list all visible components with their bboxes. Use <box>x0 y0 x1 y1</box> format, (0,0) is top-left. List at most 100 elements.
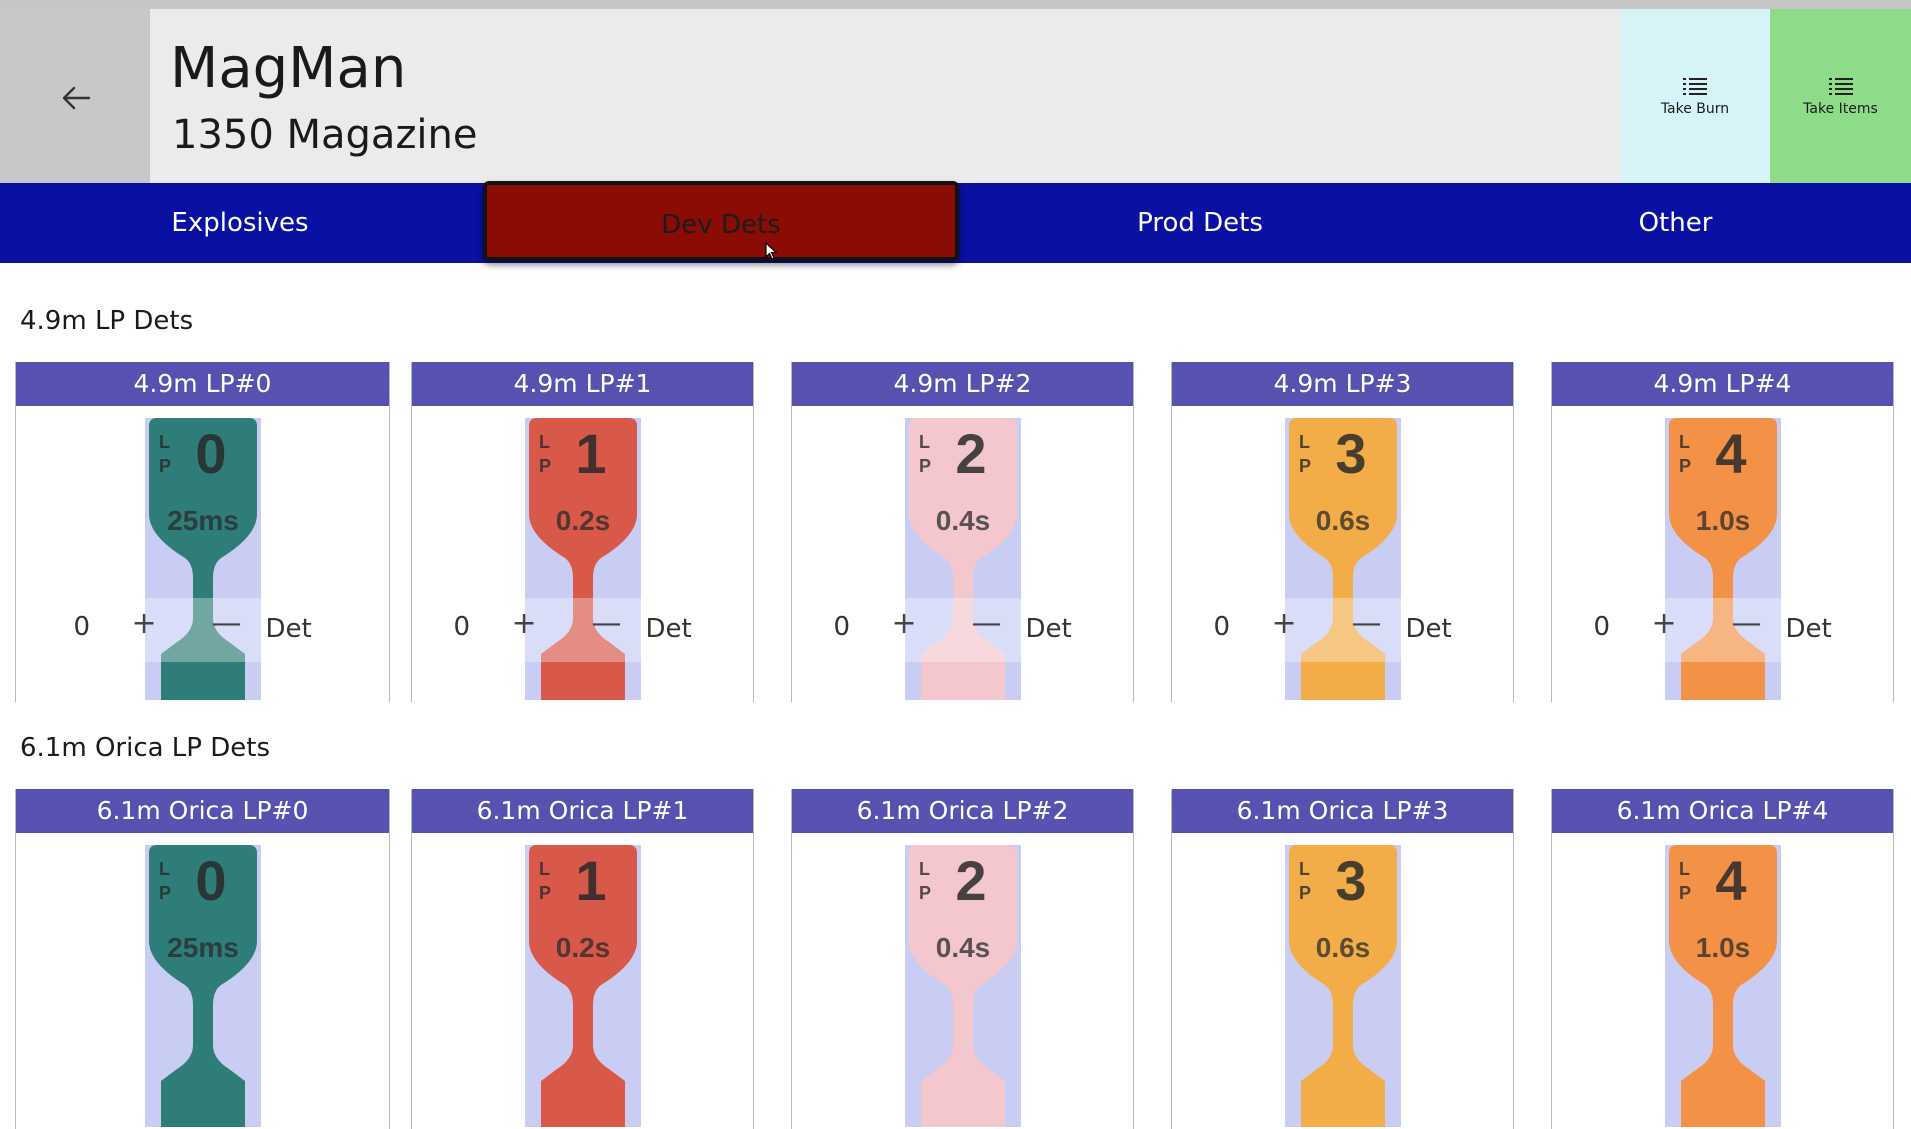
det-tag-delay: 0.4s <box>935 932 990 963</box>
det-card[interactable]: 6.1m Orica LP#4 L P 4 1.0s <box>1551 789 1894 1129</box>
increment-button[interactable]: + <box>132 606 157 641</box>
stepper-overlay <box>904 598 1021 662</box>
det-tag: L P 4 1.0s <box>1664 845 1781 1127</box>
quantity-stepper: 0 + — Det <box>792 598 1133 662</box>
tab-other[interactable]: Other <box>1440 183 1911 263</box>
det-tag-number: 1 <box>575 422 606 485</box>
mouse-cursor-icon <box>765 242 778 260</box>
decrement-button[interactable]: — <box>212 606 242 641</box>
det-tag-letter-p: P <box>159 456 171 476</box>
decrement-button[interactable]: — <box>1732 606 1762 641</box>
det-card-title: 4.9m LP#4 <box>1552 362 1893 406</box>
det-tag: L P 2 0.4s <box>904 845 1021 1127</box>
det-tag-number: 0 <box>195 422 226 485</box>
det-tag-letter-p: P <box>919 883 931 903</box>
det-tag-letter-p: P <box>539 456 551 476</box>
det-tag-letter-l: L <box>919 859 930 879</box>
quantity-count: 0 <box>73 612 91 642</box>
det-card-title: 6.1m Orica LP#4 <box>1552 789 1893 833</box>
decrement-button[interactable]: — <box>592 606 622 641</box>
det-card-title: 6.1m Orica LP#3 <box>1172 789 1513 833</box>
app-title: MagMan <box>170 36 407 101</box>
list-icon <box>1683 78 1707 95</box>
det-card-title: 6.1m Orica LP#2 <box>792 789 1133 833</box>
det-tag-number: 3 <box>1335 422 1366 485</box>
det-tag-letter-l: L <box>1299 859 1310 879</box>
det-tag-letter-p: P <box>919 456 931 476</box>
unit-label: Det <box>645 614 692 644</box>
det-tag-letter-l: L <box>539 859 550 879</box>
det-tag: L P 1 0.2s <box>524 845 641 1127</box>
det-card-title: 6.1m Orica LP#1 <box>412 789 753 833</box>
det-tag-delay: 25ms <box>167 505 239 536</box>
increment-button[interactable]: + <box>892 606 917 641</box>
det-tag-delay: 25ms <box>167 932 239 963</box>
det-card-title: 4.9m LP#2 <box>792 362 1133 406</box>
det-tag-image: LP 2 0.4s <box>904 845 1021 1127</box>
det-card[interactable]: 4.9m LP#3 L P 3 0.6s 0 + — Det <box>1171 362 1514 702</box>
det-tag-letter-p: P <box>1299 883 1311 903</box>
det-tag-image: LP 0 25ms <box>144 845 261 1127</box>
stepper-overlay <box>1664 598 1781 662</box>
det-card[interactable]: 4.9m LP#0 L P 0 25ms 0 + — Det <box>15 362 390 702</box>
stepper-overlay <box>524 598 641 662</box>
det-tag-letter-l: L <box>1679 432 1690 452</box>
window-top-strip <box>0 0 1911 9</box>
det-card[interactable]: 6.1m Orica LP#2 L P 2 0.4s <box>791 789 1134 1129</box>
section-title: 6.1m Orica LP Dets <box>20 733 270 763</box>
increment-button[interactable]: + <box>1272 606 1297 641</box>
app-header: MagMan 1350 Magazine Take Burn Take Item… <box>0 9 1911 183</box>
det-tag-letter-p: P <box>539 883 551 903</box>
det-tag-letter-l: L <box>919 432 930 452</box>
det-card[interactable]: 4.9m LP#2 L P 2 0.4s 0 + — Det <box>791 362 1134 702</box>
arrow-left-icon <box>62 86 91 110</box>
tab-explosives[interactable]: Explosives <box>0 183 480 263</box>
det-card[interactable]: 6.1m Orica LP#3 L P 3 0.6s <box>1171 789 1514 1129</box>
category-tab-bar: Explosives Dev Dets Prod Dets Other <box>0 181 1911 263</box>
det-tag-letter-p: P <box>1679 883 1691 903</box>
det-tag-letter-p: P <box>1679 456 1691 476</box>
section-title: 4.9m LP Dets <box>20 306 194 336</box>
stepper-overlay <box>1284 598 1401 662</box>
decrement-button[interactable]: — <box>972 606 1002 641</box>
det-card[interactable]: 6.1m Orica LP#0 L P 0 25ms <box>15 789 390 1129</box>
det-tag-delay: 0.4s <box>935 505 990 536</box>
det-card-title: 6.1m Orica LP#0 <box>16 789 389 833</box>
increment-button[interactable]: + <box>512 606 537 641</box>
take-items-button[interactable]: Take Items <box>1770 9 1911 183</box>
det-tag-number: 1 <box>575 849 606 912</box>
decrement-button[interactable]: — <box>1352 606 1382 641</box>
det-tag-image: LP 1 0.2s <box>524 845 641 1127</box>
quantity-count: 0 <box>1213 612 1231 642</box>
det-tag-letter-l: L <box>1679 859 1690 879</box>
unit-label: Det <box>1025 614 1072 644</box>
list-icon <box>1828 78 1853 95</box>
det-tag-image: LP 4 1.0s <box>1664 845 1781 1127</box>
det-tag-delay: 0.2s <box>555 505 610 536</box>
det-tag-letter-l: L <box>539 432 550 452</box>
det-tag-number: 4 <box>1715 422 1746 485</box>
det-tag-number: 0 <box>195 849 226 912</box>
det-tag-number: 2 <box>955 422 986 485</box>
tab-dev-dets[interactable]: Dev Dets <box>483 181 959 261</box>
tab-prod-dets[interactable]: Prod Dets <box>960 183 1440 263</box>
det-card[interactable]: 6.1m Orica LP#1 L P 1 0.2s <box>411 789 754 1129</box>
det-tag-number: 4 <box>1715 849 1746 912</box>
increment-button[interactable]: + <box>1652 606 1677 641</box>
unit-label: Det <box>265 614 312 644</box>
det-tag-letter-p: P <box>159 883 171 903</box>
det-tag-delay: 0.6s <box>1315 932 1370 963</box>
quantity-count: 0 <box>453 612 471 642</box>
take-burn-button[interactable]: Take Burn <box>1620 9 1770 183</box>
quantity-stepper: 0 + — Det <box>16 598 389 662</box>
det-card-title: 4.9m LP#3 <box>1172 362 1513 406</box>
back-button[interactable] <box>0 9 150 183</box>
det-tag-image: LP 3 0.6s <box>1284 845 1401 1127</box>
det-tag-letter-l: L <box>159 859 170 879</box>
unit-label: Det <box>1785 614 1832 644</box>
det-card[interactable]: 4.9m LP#1 L P 1 0.2s 0 + — Det <box>411 362 754 702</box>
det-card-title: 4.9m LP#0 <box>16 362 389 406</box>
det-tag: L P 3 0.6s <box>1284 845 1401 1127</box>
page-subtitle: 1350 Magazine <box>172 112 478 158</box>
det-card[interactable]: 4.9m LP#4 L P 4 1.0s 0 + — Det <box>1551 362 1894 702</box>
